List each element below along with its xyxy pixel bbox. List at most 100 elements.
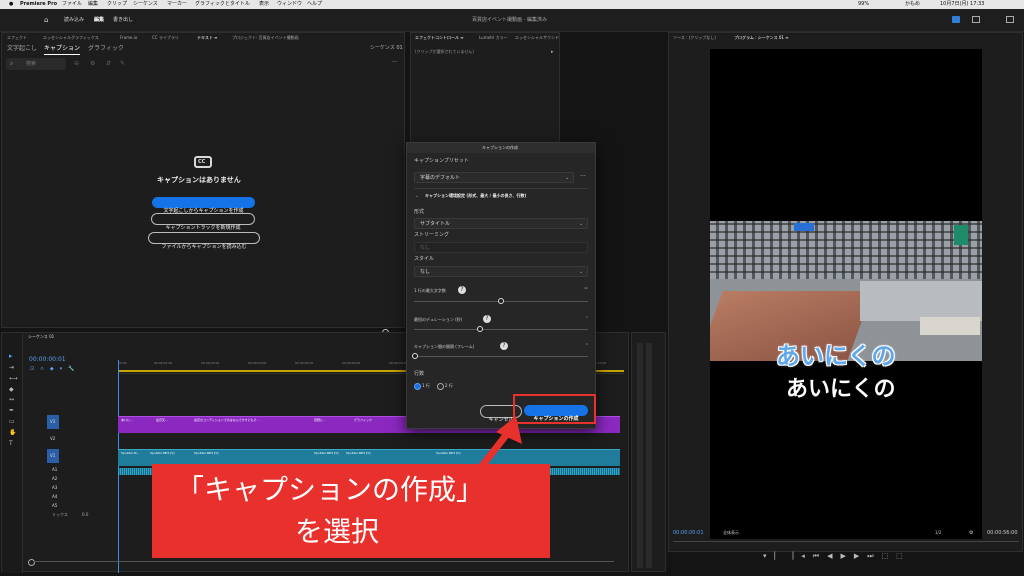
radio-one-line[interactable] bbox=[414, 383, 421, 390]
tab-import[interactable]: 読み込み bbox=[64, 18, 84, 23]
min-duration-knob[interactable] bbox=[477, 326, 483, 332]
pen-icon[interactable]: ✒ bbox=[9, 408, 14, 414]
panel-icon[interactable] bbox=[972, 16, 980, 23]
apple-icon[interactable]: ● bbox=[9, 2, 13, 7]
min-duration-slider[interactable] bbox=[414, 329, 588, 330]
type-tool-icon[interactable]: T bbox=[9, 441, 13, 447]
v1-clip[interactable]: 5pubiko.MP4 [V] bbox=[436, 452, 460, 455]
import-caption-button[interactable]: ファイルからキャプションを読み込む bbox=[148, 232, 260, 250]
cc-icon: CC bbox=[194, 156, 212, 168]
selection-tool-icon[interactable]: ▸ bbox=[9, 353, 13, 360]
program-timecode[interactable]: 00:00:00:01 bbox=[673, 531, 704, 536]
timeline-timecode[interactable]: 00:00:00:01 bbox=[29, 357, 66, 363]
search-input[interactable]: ⌕ 検索 bbox=[6, 58, 66, 70]
wrench-icon[interactable]: ⚙ bbox=[969, 531, 973, 536]
help-icon[interactable]: ? bbox=[458, 286, 466, 294]
pencil-icon[interactable]: ✎ bbox=[120, 61, 125, 67]
rectangle-icon[interactable]: ▭ bbox=[9, 419, 15, 425]
v1-clip[interactable]: 5pubiko.MP4 [V] bbox=[346, 452, 370, 455]
tab-export[interactable]: 書き出し bbox=[113, 18, 133, 23]
expand-icon[interactable]: ▸ bbox=[551, 50, 554, 55]
v3-clip[interactable]: 最高天… bbox=[156, 419, 168, 422]
min-duration-label: 最短のデュレーション (秒) bbox=[414, 317, 463, 322]
mix-label: ミックス bbox=[52, 512, 68, 517]
mix-value[interactable]: 0.0 bbox=[82, 513, 88, 517]
new-caption-track-button[interactable]: キャプショントラックを新規作成 bbox=[151, 213, 255, 231]
lines-label: 行数 bbox=[414, 371, 425, 377]
timeline-options-icons[interactable]: ⊡∩◆▾🔧 bbox=[30, 367, 80, 372]
subtab-graphics[interactable]: グラフィック bbox=[88, 46, 124, 52]
tab-text[interactable]: テキスト ≡ bbox=[197, 36, 218, 40]
preset-dropdown[interactable]: 字幕のデフォルト ⌄ bbox=[414, 172, 574, 183]
v1-clip[interactable]: 5pubiko.MP4 [V] bbox=[194, 452, 218, 455]
settings-section[interactable]: キャプション環境設定 (形式、最大 / 最小の長さ、行数) bbox=[425, 194, 526, 198]
timeline-tab[interactable]: シーケンス 01 bbox=[28, 335, 54, 339]
timeline-scrollbar[interactable] bbox=[34, 561, 614, 562]
menu-window[interactable]: ウィンドウ bbox=[277, 2, 302, 7]
more-icon[interactable]: ··· bbox=[392, 60, 398, 66]
tab-essential-sound[interactable]: エッセンシャルサウンド bbox=[515, 36, 559, 40]
settings-icon[interactable]: ⚙ bbox=[90, 61, 95, 67]
annotation-arrow bbox=[478, 416, 522, 470]
playhead[interactable] bbox=[118, 360, 119, 573]
radio-two-lines[interactable] bbox=[437, 383, 444, 390]
subtab-transcript[interactable]: 文字起こし bbox=[7, 46, 37, 52]
tab-edit[interactable]: 編集 bbox=[94, 18, 104, 23]
section-chevron-icon[interactable]: ⌄ bbox=[415, 194, 419, 199]
quality-dropdown[interactable]: 1/2 bbox=[935, 531, 941, 535]
transcribe-caption-button[interactable]: 文字起こしからキャプションを作成 bbox=[152, 197, 255, 214]
hand-icon[interactable]: ✋ bbox=[9, 430, 16, 436]
streaming-label: ストリーミング bbox=[414, 232, 450, 238]
v3-clip[interactable]: 最高のコンディションでのはなんですけどもそ… bbox=[194, 419, 260, 422]
chevron-down-icon: ⌄ bbox=[565, 175, 570, 181]
transport-controls[interactable]: ▾▏▕◂⏮◀▶▶⏭⬚⬚ bbox=[763, 553, 911, 560]
menu-sequence[interactable]: シーケンス bbox=[133, 2, 158, 7]
v3-clip[interactable]: グラフィック bbox=[354, 419, 372, 422]
menu-clip[interactable]: クリップ bbox=[107, 2, 127, 7]
v1-clip[interactable]: 5pubiko.MP4 [V] bbox=[150, 452, 174, 455]
preset-more-icon[interactable]: ··· bbox=[580, 174, 586, 180]
tab-lumetri[interactable]: Lumetri カラー bbox=[479, 36, 508, 40]
subtab-captions[interactable]: キャプション bbox=[44, 46, 80, 52]
filter-icon[interactable]: ⊖ bbox=[74, 61, 79, 67]
tab-essential-graphics[interactable]: エッセンシャルグラフィックス bbox=[43, 36, 99, 40]
max-chars-knob[interactable] bbox=[498, 298, 504, 304]
v1-clip[interactable]: 5pubiko.M… bbox=[121, 452, 139, 455]
sync-icon[interactable]: ⇵ bbox=[106, 61, 111, 67]
razor-icon[interactable]: ◆ bbox=[9, 387, 14, 393]
clock[interactable]: 10月7日(月) 17:33 bbox=[940, 2, 984, 7]
v1-clip[interactable]: 5pubiko.MP4 [V] bbox=[314, 452, 338, 455]
tab-program[interactable]: プログラム : シーケンス 01 ≡ bbox=[734, 36, 789, 40]
v3-clip[interactable]: 荒野に… bbox=[314, 419, 326, 422]
ripple-edit-icon[interactable]: ⟷ bbox=[9, 376, 18, 382]
tab-effect-controls[interactable]: エフェクトコントロール ≡ bbox=[415, 36, 464, 40]
app-menu[interactable]: Premiere Pro bbox=[20, 2, 57, 7]
menu-edit[interactable]: 編集 bbox=[88, 2, 98, 7]
track-a5-label: A5 bbox=[52, 503, 58, 508]
style-dropdown[interactable]: なし ⌄ bbox=[414, 266, 588, 277]
gap-slider[interactable] bbox=[414, 356, 588, 357]
video-frame[interactable]: あいにくの あいにくの bbox=[710, 49, 982, 539]
quick-export-icon[interactable] bbox=[952, 16, 960, 23]
tab-project[interactable]: プロジェクト: 百貨店イベント撮動画 bbox=[232, 36, 299, 40]
menu-help[interactable]: ヘルプ bbox=[307, 2, 322, 7]
track-select-icon[interactable]: ⇥ bbox=[9, 365, 14, 371]
menu-graphics[interactable]: グラフィックとタイトル bbox=[195, 2, 250, 7]
fit-dropdown[interactable]: 全体表示 bbox=[723, 531, 739, 535]
tab-source[interactable]: ソース : (クリップなし) bbox=[673, 36, 716, 40]
tab-cc-libraries[interactable]: CC ライブラリ bbox=[152, 36, 179, 40]
menu-view[interactable]: 表示 bbox=[259, 2, 269, 7]
menu-file[interactable]: ファイル bbox=[62, 2, 82, 7]
fullscreen-icon[interactable] bbox=[1006, 16, 1014, 23]
menu-marker[interactable]: マーカー bbox=[167, 2, 187, 7]
tab-frameio[interactable]: Frame.io bbox=[120, 36, 137, 40]
format-dropdown[interactable]: サブタイトル ⌄ bbox=[414, 218, 588, 229]
v3-clip[interactable]: あいに… bbox=[121, 419, 133, 422]
gap-knob[interactable] bbox=[412, 353, 418, 359]
home-icon[interactable]: ⌂ bbox=[44, 17, 48, 24]
program-scrubber[interactable] bbox=[673, 541, 1019, 542]
tab-effects[interactable]: エフェクト bbox=[7, 36, 27, 40]
slip-icon[interactable]: ↔ bbox=[9, 397, 14, 403]
help-icon[interactable]: ? bbox=[483, 315, 491, 323]
help-icon[interactable]: ? bbox=[500, 342, 508, 350]
